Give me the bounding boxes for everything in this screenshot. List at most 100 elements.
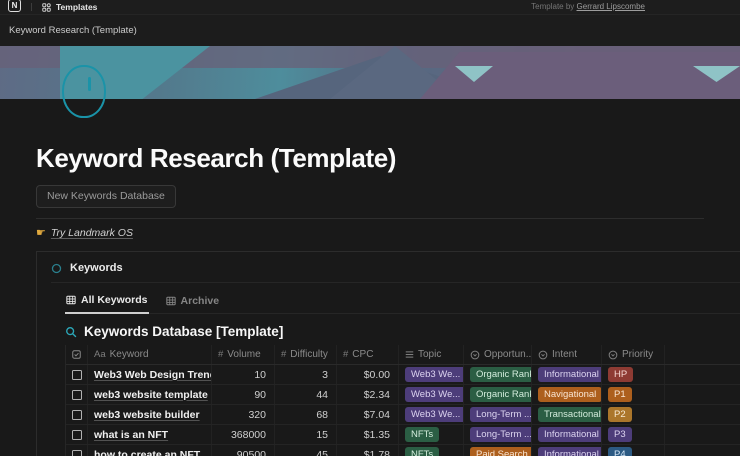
intent-tag: Informational (538, 447, 602, 456)
opportunity-tag: Organic Rank (470, 367, 532, 382)
priority-tag: HP (608, 367, 633, 382)
column-header-difficulty[interactable]: #Difficulty (275, 345, 337, 364)
keyword-cell[interactable]: web3 website builder (88, 405, 212, 424)
topic-cell[interactable]: Web3 We... (399, 405, 464, 424)
intent-tag: Navigational (538, 387, 602, 402)
row-checkbox[interactable] (66, 385, 88, 404)
intent-cell[interactable]: Informational (532, 445, 602, 456)
opportunity-cell[interactable]: Long-Term ... (464, 405, 532, 424)
column-header-priority[interactable]: Priority (602, 345, 665, 364)
row-checkbox[interactable] (66, 365, 88, 384)
templates-nav-item[interactable]: Templates (56, 2, 97, 12)
difficulty-cell[interactable]: 45 (275, 445, 337, 456)
topic-tag: Web3 We... (405, 407, 464, 422)
volume-cell[interactable]: 320 (212, 405, 275, 424)
priority-cell[interactable]: P3 (602, 425, 665, 444)
topic-cell[interactable]: NFTs (399, 425, 464, 444)
row-checkbox[interactable] (66, 425, 88, 444)
opportunity-tag: Long-Term ... (470, 427, 532, 442)
tab-all-keywords[interactable]: All Keywords (65, 289, 149, 314)
difficulty-cell[interactable]: 15 (275, 425, 337, 444)
table-row[interactable]: how to create an NFT 90500 45 $1.78 NFTs… (66, 445, 740, 456)
priority-cell[interactable]: P4 (602, 445, 665, 456)
opportunity-tag: Long-Term ... (470, 407, 532, 422)
difficulty-cell[interactable]: 44 (275, 385, 337, 404)
intent-tag: Informational (538, 367, 602, 382)
volume-cell[interactable]: 368000 (212, 425, 275, 444)
cpc-cell[interactable]: $1.78 (337, 445, 399, 456)
table-header-row: AaKeyword #Volume #Difficulty #CPC Topic… (66, 345, 740, 365)
intent-tag: Transactional (538, 407, 602, 422)
priority-tag: P3 (608, 427, 632, 442)
author-link[interactable]: Gerrard Lipscombe (577, 2, 645, 11)
volume-cell[interactable]: 90 (212, 385, 275, 404)
intent-cell[interactable]: Navigational (532, 385, 602, 404)
topic-cell[interactable]: Web3 We... (399, 365, 464, 384)
column-header-keyword[interactable]: AaKeyword (88, 345, 212, 364)
opportunity-cell[interactable]: Paid Search (464, 445, 532, 456)
empty-header (665, 345, 740, 364)
intent-cell[interactable]: Informational (532, 425, 602, 444)
opportunity-cell[interactable]: Long-Term ... (464, 425, 532, 444)
topic-cell[interactable]: NFTs (399, 445, 464, 456)
new-keywords-database-button[interactable]: New Keywords Database (36, 185, 176, 208)
checkbox-icon (72, 430, 82, 440)
cpc-cell[interactable]: $7.04 (337, 405, 399, 424)
cover-image (0, 46, 740, 99)
intent-cell[interactable]: Transactional (532, 405, 602, 424)
tab-archive[interactable]: Archive (165, 289, 221, 313)
topic-cell[interactable]: Web3 We... (399, 385, 464, 404)
divider (51, 282, 740, 283)
table-view-icon (66, 295, 76, 305)
opportunity-cell[interactable]: Organic Rank (464, 385, 532, 404)
table-view-icon (166, 296, 176, 306)
table-row[interactable]: what is an NFT 368000 15 $1.35 NFTs Long… (66, 425, 740, 445)
intent-cell[interactable]: Informational (532, 365, 602, 384)
keyword-cell[interactable]: what is an NFT (88, 425, 212, 444)
select-all-checkbox[interactable] (66, 345, 88, 364)
breadcrumb-bar: Keyword Research (Template) (0, 15, 740, 46)
topic-tag: NFTs (405, 447, 439, 456)
row-checkbox[interactable] (66, 405, 88, 424)
table-row[interactable]: web3 website builder 320 68 $7.04 Web3 W… (66, 405, 740, 425)
cpc-cell[interactable]: $0.00 (337, 365, 399, 384)
landmark-os-link[interactable]: Try Landmark OS (51, 227, 133, 239)
empty-cell (665, 385, 740, 404)
column-header-opportunity[interactable]: Opportun... (464, 345, 532, 364)
column-header-cpc[interactable]: #CPC (337, 345, 399, 364)
top-bar: N Templates Template by Gerrard Lipscomb… (0, 0, 740, 15)
database-title[interactable]: Keywords Database [Template] (84, 324, 283, 339)
notion-logo-icon[interactable]: N (8, 0, 21, 12)
breadcrumb[interactable]: Keyword Research (Template) (9, 25, 137, 36)
intent-tag: Informational (538, 427, 602, 442)
keywords-section-header[interactable]: Keywords (51, 262, 740, 274)
checkbox-icon (72, 410, 82, 420)
divider (36, 218, 704, 219)
number-icon: # (218, 349, 223, 360)
row-checkbox[interactable] (66, 445, 88, 456)
cpc-cell[interactable]: $1.35 (337, 425, 399, 444)
keyword-cell[interactable]: web3 website template (88, 385, 212, 404)
table-row[interactable]: web3 website template 90 44 $2.34 Web3 W… (66, 385, 740, 405)
column-header-topic[interactable]: Topic (399, 345, 464, 364)
column-header-intent[interactable]: Intent (532, 345, 602, 364)
column-header-volume[interactable]: #Volume (212, 345, 275, 364)
volume-cell[interactable]: 10 (212, 365, 275, 384)
page-title: Keyword Research (Template) (36, 143, 704, 174)
difficulty-cell[interactable]: 68 (275, 405, 337, 424)
priority-cell[interactable]: P1 (602, 385, 665, 404)
keyword-cell[interactable]: Web3 Web Design Trends (88, 365, 212, 384)
priority-cell[interactable]: HP (602, 365, 665, 384)
opportunity-cell[interactable]: Organic Rank (464, 365, 532, 384)
keyword-cell[interactable]: how to create an NFT (88, 445, 212, 456)
difficulty-cell[interactable]: 3 (275, 365, 337, 384)
keywords-block: Keywords All Keywords Archive (36, 251, 740, 456)
cpc-cell[interactable]: $2.34 (337, 385, 399, 404)
select-icon (538, 350, 548, 360)
cursor-highlight-dash (88, 77, 91, 91)
table-row[interactable]: Web3 Web Design Trends 10 3 $0.00 Web3 W… (66, 365, 740, 385)
view-tabs: All Keywords Archive (65, 289, 740, 314)
keywords-table: AaKeyword #Volume #Difficulty #CPC Topic… (65, 345, 740, 456)
volume-cell[interactable]: 90500 (212, 445, 275, 456)
priority-cell[interactable]: P2 (602, 405, 665, 424)
